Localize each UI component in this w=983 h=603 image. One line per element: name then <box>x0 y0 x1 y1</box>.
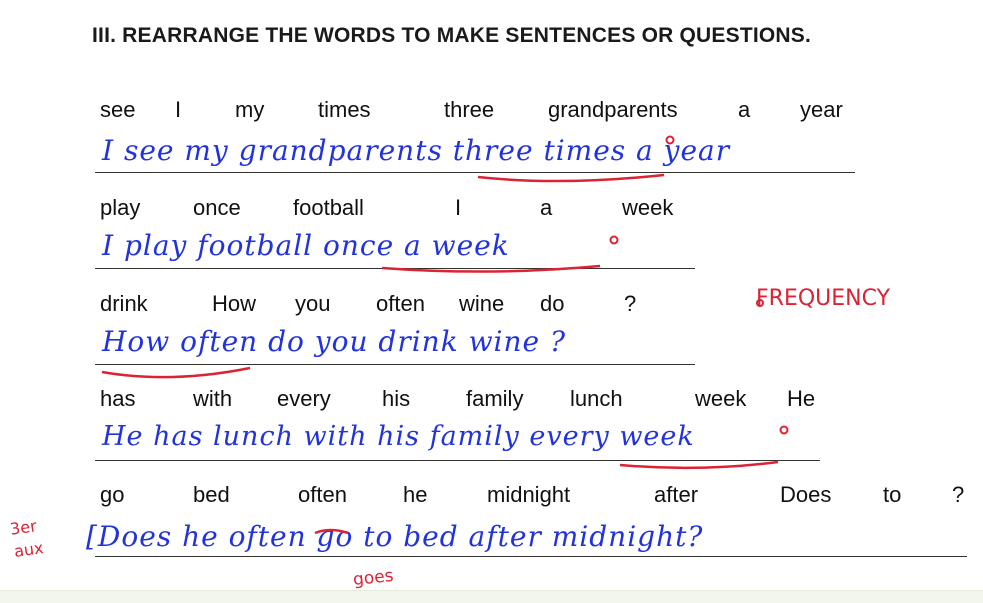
word: a <box>738 97 751 122</box>
handwritten-answer: He has lunch with his family every week <box>102 421 695 452</box>
word: I <box>175 97 182 122</box>
frequency-note: FREQUENCY <box>756 286 891 311</box>
word: week <box>695 386 747 411</box>
word: He <box>787 386 816 411</box>
word: with <box>193 386 233 411</box>
bottom-strip <box>0 590 983 603</box>
word: you <box>295 291 331 316</box>
word: grandparents <box>548 97 678 122</box>
answer-line <box>95 268 695 269</box>
word: he <box>403 482 428 507</box>
word: family <box>466 386 524 411</box>
word: year <box>800 97 843 122</box>
word: has <box>100 386 136 411</box>
word: ? <box>952 482 965 507</box>
word: a <box>540 195 553 220</box>
word: his <box>382 386 411 411</box>
word: after <box>654 482 699 507</box>
word: every <box>277 386 331 411</box>
worksheet-page: III. REARRANGE THE WORDS TO MAKE SENTENC… <box>0 0 983 603</box>
handwritten-answer: [Does he often go to bed after midnight? <box>86 520 704 553</box>
word: play <box>100 195 141 220</box>
word: midnight <box>487 482 571 507</box>
handwritten-answer: I play football once a week <box>102 229 510 262</box>
word: How <box>212 291 257 316</box>
word: week <box>622 195 674 220</box>
word: times <box>318 97 371 122</box>
red-dot-4 <box>779 425 789 435</box>
word: I <box>455 195 462 220</box>
answer-line <box>95 172 855 173</box>
underline-every-week <box>619 460 779 470</box>
word: drink <box>100 291 148 316</box>
word: three <box>444 97 495 122</box>
word: lunch <box>570 386 623 411</box>
answer-line <box>95 364 695 365</box>
margin-note-line1: 3er <box>8 516 38 539</box>
handwritten-answer: How often do you drink wine ? <box>102 325 567 358</box>
margin-note-line2: aux <box>12 538 45 561</box>
underline-how-often <box>101 366 251 379</box>
word: often <box>298 482 347 507</box>
word: often <box>376 291 425 316</box>
word: bed <box>193 482 230 507</box>
word: once <box>193 195 241 220</box>
word: ? <box>624 291 637 316</box>
word: do <box>540 291 565 316</box>
word: wine <box>459 291 505 316</box>
underline-three-times <box>477 173 665 183</box>
red-dot-2 <box>609 235 619 245</box>
word: Does <box>780 482 832 507</box>
word: go <box>100 482 125 507</box>
word: football <box>293 195 364 220</box>
answer-line <box>95 556 967 557</box>
exercise-heading: III. REARRANGE THE WORDS TO MAKE SENTENC… <box>92 24 812 47</box>
handwritten-answer: I see my grandparents three times a year <box>102 134 731 167</box>
answer-line <box>95 460 820 461</box>
correction-note: goes <box>352 565 395 591</box>
word: my <box>235 97 265 122</box>
word: to <box>883 482 902 507</box>
word: see <box>100 97 136 122</box>
